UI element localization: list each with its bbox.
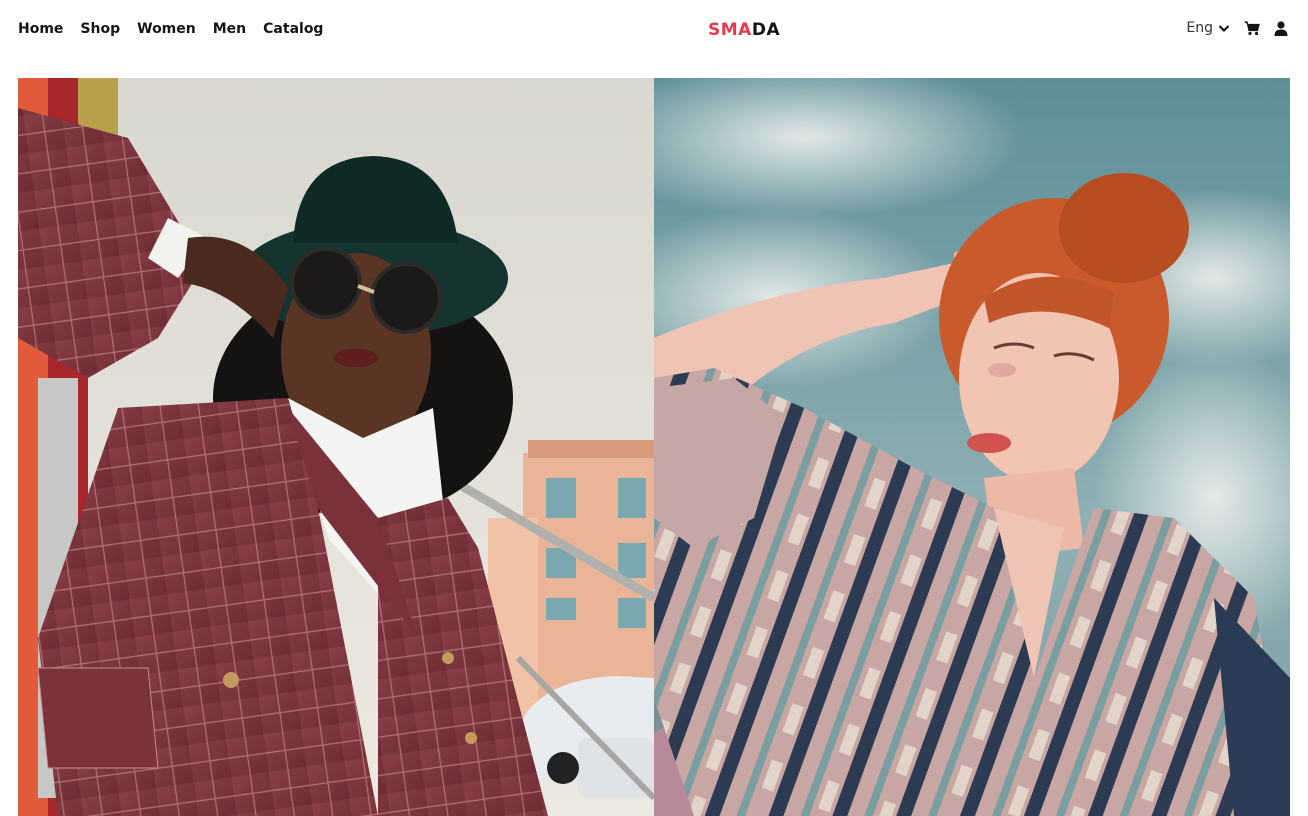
hero-image-left[interactable] bbox=[18, 78, 654, 816]
chevron-down-icon bbox=[1218, 24, 1230, 33]
header: Home Shop Women Men Catalog SMADA Eng bbox=[0, 0, 1308, 62]
cart-icon[interactable] bbox=[1244, 20, 1260, 36]
language-selector[interactable]: Eng bbox=[1186, 20, 1230, 36]
brand-logo[interactable]: SMADA bbox=[708, 20, 780, 40]
nav-shop[interactable]: Shop bbox=[80, 21, 120, 37]
language-label: Eng bbox=[1186, 20, 1213, 36]
nav-men[interactable]: Men bbox=[213, 21, 246, 37]
nav-women[interactable]: Women bbox=[137, 21, 196, 37]
main-nav: Home Shop Women Men Catalog bbox=[18, 21, 323, 37]
hero-gallery bbox=[18, 78, 1290, 816]
nav-catalog[interactable]: Catalog bbox=[263, 21, 323, 37]
nav-home[interactable]: Home bbox=[18, 21, 63, 37]
hero-image-right[interactable] bbox=[654, 78, 1290, 816]
brand-logo-part1: SMA bbox=[708, 20, 752, 40]
header-tools: Eng bbox=[1186, 20, 1288, 36]
brand-logo-part2: DA bbox=[751, 20, 781, 40]
user-icon[interactable] bbox=[1274, 20, 1288, 36]
